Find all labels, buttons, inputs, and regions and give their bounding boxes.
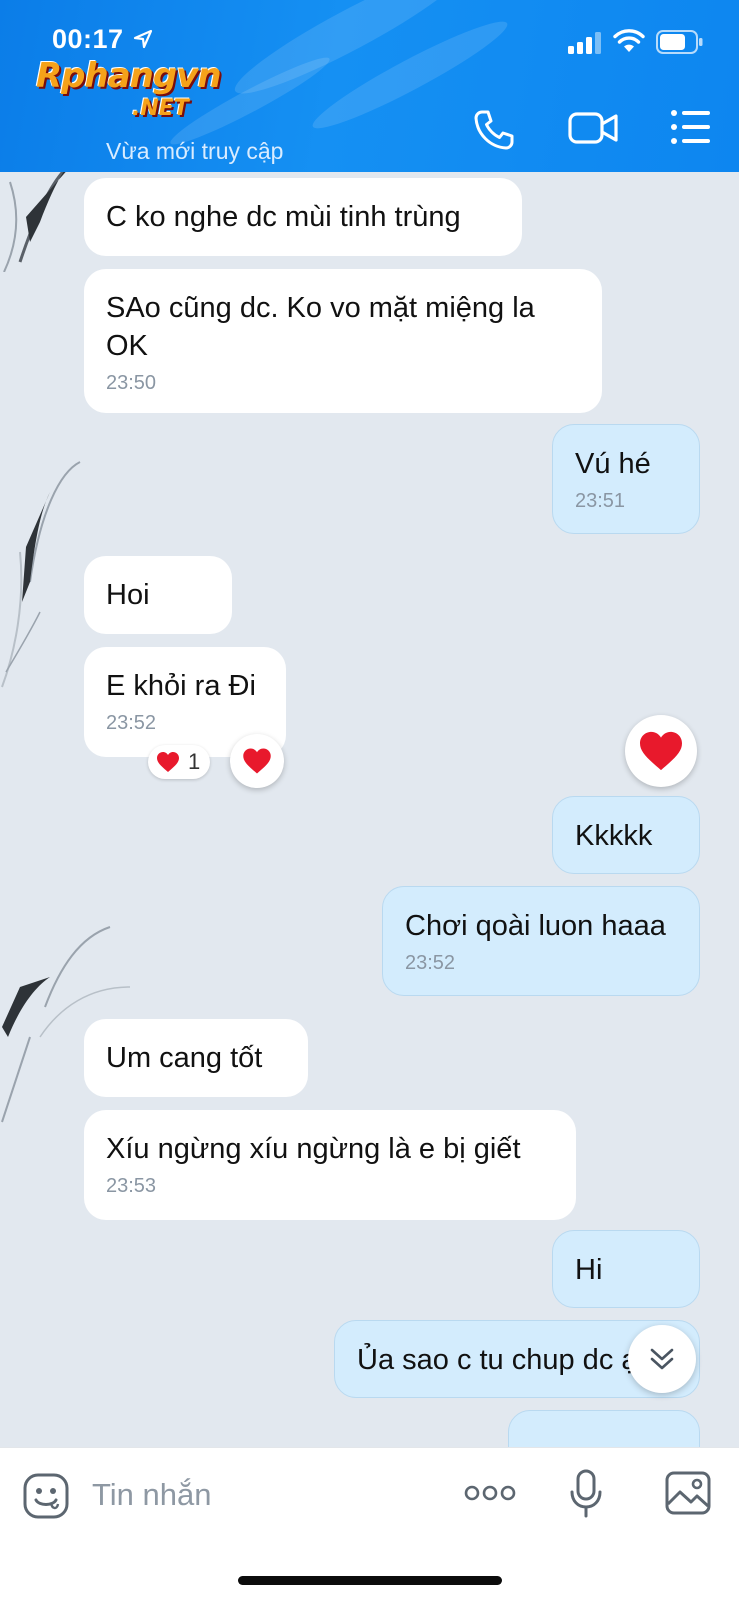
send-image-button[interactable] bbox=[664, 1470, 712, 1521]
smiley-icon bbox=[23, 1473, 69, 1519]
double-chevron-down-icon bbox=[650, 1348, 674, 1370]
phone-icon bbox=[474, 110, 514, 150]
more-options-button[interactable] bbox=[464, 1482, 516, 1509]
message-input-bar bbox=[0, 1447, 739, 1600]
message-time: 23:52 bbox=[405, 952, 456, 974]
home-indicator[interactable] bbox=[238, 1576, 502, 1585]
message-list[interactable]: C ko nghe dc mùi tinh trùng SAo cũng dc.… bbox=[0, 172, 739, 1447]
message-text: Xíu ngừng xíu ngừng là e bị giết bbox=[106, 1133, 521, 1165]
heart-icon bbox=[157, 752, 179, 772]
incoming-message[interactable]: Um cang tốt bbox=[84, 1019, 308, 1097]
message-text: Hoi bbox=[106, 579, 150, 611]
chat-header: 00:17 Rphangvn .NET Vừa mới truy cập bbox=[0, 0, 739, 172]
message-text: C ko nghe dc mùi tinh trùng bbox=[106, 201, 461, 233]
voice-message-button[interactable] bbox=[568, 1468, 604, 1525]
outgoing-message[interactable]: Hi bbox=[552, 1230, 700, 1308]
emoji-button[interactable] bbox=[22, 1472, 70, 1525]
status-time: 00:17 bbox=[52, 24, 124, 54]
incoming-message[interactable]: C ko nghe dc mùi tinh trùng bbox=[84, 178, 522, 256]
message-time: 23:51 bbox=[575, 490, 626, 512]
message-time: 23:50 bbox=[106, 372, 157, 394]
message-time: 23:53 bbox=[106, 1175, 157, 1197]
outgoing-message[interactable]: Chơi qoài luon haaa 23:52 bbox=[382, 886, 700, 996]
incoming-message[interactable]: Xíu ngừng xíu ngừng là e bị giết 23:53 bbox=[84, 1110, 576, 1220]
scroll-to-bottom-button[interactable] bbox=[628, 1325, 696, 1393]
call-button[interactable] bbox=[472, 108, 524, 152]
reaction-summary[interactable]: 1 bbox=[148, 745, 211, 779]
react-button[interactable] bbox=[230, 734, 284, 788]
location-arrow-icon bbox=[133, 29, 153, 49]
background-sketch-decoration bbox=[1, 461, 81, 688]
incoming-message[interactable]: Hoi bbox=[84, 556, 232, 634]
message-text: Chơi qoài luon haaa bbox=[405, 910, 666, 942]
incoming-message[interactable]: SAo cũng dc. Ko vo mặt miệng la OK 23:50 bbox=[84, 269, 602, 413]
watermark-text: Rphangvn bbox=[36, 56, 222, 96]
message-text: Hi bbox=[575, 1254, 603, 1286]
wifi-icon bbox=[613, 29, 645, 52]
outgoing-message[interactable] bbox=[508, 1410, 700, 1447]
reaction-count: 1 bbox=[188, 749, 201, 774]
outgoing-message[interactable]: Vú hé 23:51 bbox=[552, 424, 700, 534]
message-text: SAo cũng dc. Ko vo mặt miệng la OK bbox=[106, 292, 535, 362]
watermark-domain: .NET bbox=[132, 96, 189, 121]
three-dots-icon bbox=[464, 1485, 516, 1501]
microphone-icon bbox=[570, 1469, 602, 1518]
list-menu-icon bbox=[671, 110, 710, 144]
message-text: Um cang tốt bbox=[106, 1042, 263, 1074]
message-text: E khỏi ra Đi bbox=[106, 670, 256, 702]
status-bar: 00:17 bbox=[0, 20, 739, 60]
heart-icon bbox=[640, 731, 682, 771]
chat-menu-button[interactable] bbox=[670, 108, 722, 152]
outgoing-message[interactable]: Kkkkk bbox=[552, 796, 700, 874]
battery-icon bbox=[656, 30, 703, 54]
video-camera-icon bbox=[568, 112, 618, 144]
image-icon bbox=[665, 1471, 711, 1515]
message-input[interactable] bbox=[92, 1470, 432, 1520]
watermark-logo: Rphangvn .NET bbox=[36, 56, 266, 128]
heart-icon bbox=[243, 748, 271, 774]
video-call-button[interactable] bbox=[568, 108, 620, 152]
message-text: Vú hé bbox=[575, 448, 651, 480]
cellular-signal-icon bbox=[568, 32, 601, 54]
message-time: 23:52 bbox=[106, 712, 157, 734]
last-seen-status: Vừa mới truy cập bbox=[106, 138, 284, 164]
react-button[interactable] bbox=[625, 715, 697, 787]
message-text: Kkkkk bbox=[575, 820, 653, 852]
